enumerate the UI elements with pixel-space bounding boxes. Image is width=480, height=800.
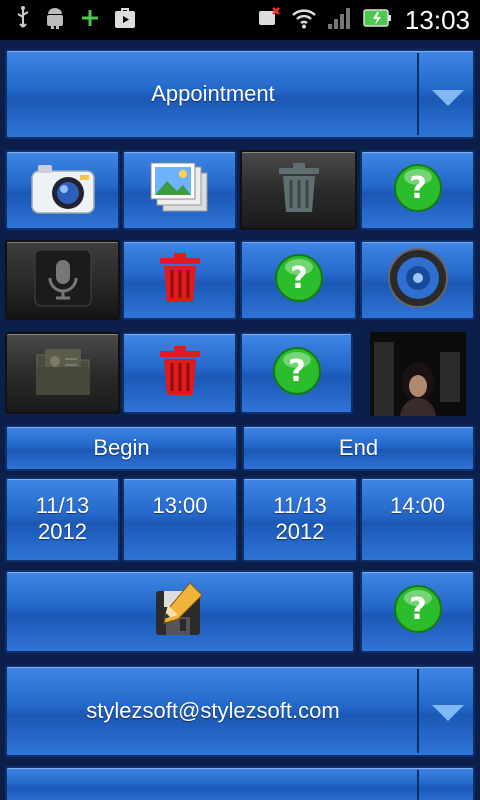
begin-date-value: 11/13 2012 [35,493,90,544]
help-icon: ? [272,346,322,401]
delete-audio-button[interactable] [122,240,237,320]
contact-card-icon [33,345,93,402]
save-button[interactable] [5,570,355,653]
signal-icon [327,6,353,35]
appointment-label: Appointment [151,81,275,106]
email-dropdown[interactable]: stylezsoft@stylezsoft.com [5,665,475,757]
help-icon: ? [393,584,443,639]
microphone-icon [33,248,93,313]
chevron-down-icon [431,89,465,112]
begin-time-value: 13:00 [152,493,208,518]
trash-icon [277,162,321,219]
main-panel: Appointment ? ? ? Begin End 11/13 2012 1… [0,40,480,800]
speaker-icon [387,247,449,314]
next-dropdown[interactable] [5,766,475,800]
chevron-down-icon [431,704,465,727]
trash-icon [158,345,202,402]
end-date-value: 11/13 2012 [273,493,327,544]
delete-contact-button[interactable] [122,332,237,414]
svg-text:?: ? [290,261,307,296]
begin-time-button[interactable]: 13:00 [122,477,238,562]
end-time-button[interactable]: 14:00 [360,477,475,562]
gallery-icon [149,161,211,220]
record-audio-button[interactable] [5,240,120,320]
contact-photo[interactable] [370,332,466,416]
contact-help-button[interactable]: ? [240,332,353,414]
help-icon: ? [393,163,443,218]
battery-icon [363,7,391,34]
wifi-icon [291,7,317,34]
play-audio-button[interactable] [360,240,475,320]
svg-text:?: ? [409,171,426,206]
begin-button[interactable]: Begin [5,425,238,471]
end-button[interactable]: End [242,425,475,471]
end-date-button[interactable]: 11/13 2012 [242,477,358,562]
svg-text:?: ? [288,354,305,389]
end-label: End [338,435,379,460]
image-help-button[interactable]: ? [360,150,475,230]
dropdown-divider [417,53,419,135]
usb-icon [16,5,30,35]
camera-button[interactable] [5,150,120,230]
trash-icon [158,252,202,309]
svg-text:?: ? [409,592,426,627]
contact-button[interactable] [5,332,120,414]
plus-icon [80,8,100,33]
gallery-button[interactable] [122,150,237,230]
appointment-dropdown[interactable]: Appointment [5,49,475,139]
status-bar: 13:03 [0,0,480,40]
delete-image-button[interactable] [240,150,357,230]
muted-call-icon [257,6,281,34]
save-help-button[interactable]: ? [360,570,475,653]
play-store-icon [114,7,136,34]
dropdown-divider [417,669,419,753]
dropdown-divider [417,770,419,800]
email-value: stylezsoft@stylezsoft.com [86,698,340,723]
end-time-value: 14:00 [389,493,446,518]
help-icon: ? [274,253,324,308]
audio-help-button[interactable]: ? [240,240,357,320]
begin-date-button[interactable]: 11/13 2012 [5,477,120,562]
camera-icon [30,159,96,222]
android-debug-icon [44,6,66,35]
person-photo-icon [370,332,466,416]
status-time: 13:03 [404,4,470,35]
save-edit-icon [150,581,210,642]
begin-label: Begin [93,435,150,460]
